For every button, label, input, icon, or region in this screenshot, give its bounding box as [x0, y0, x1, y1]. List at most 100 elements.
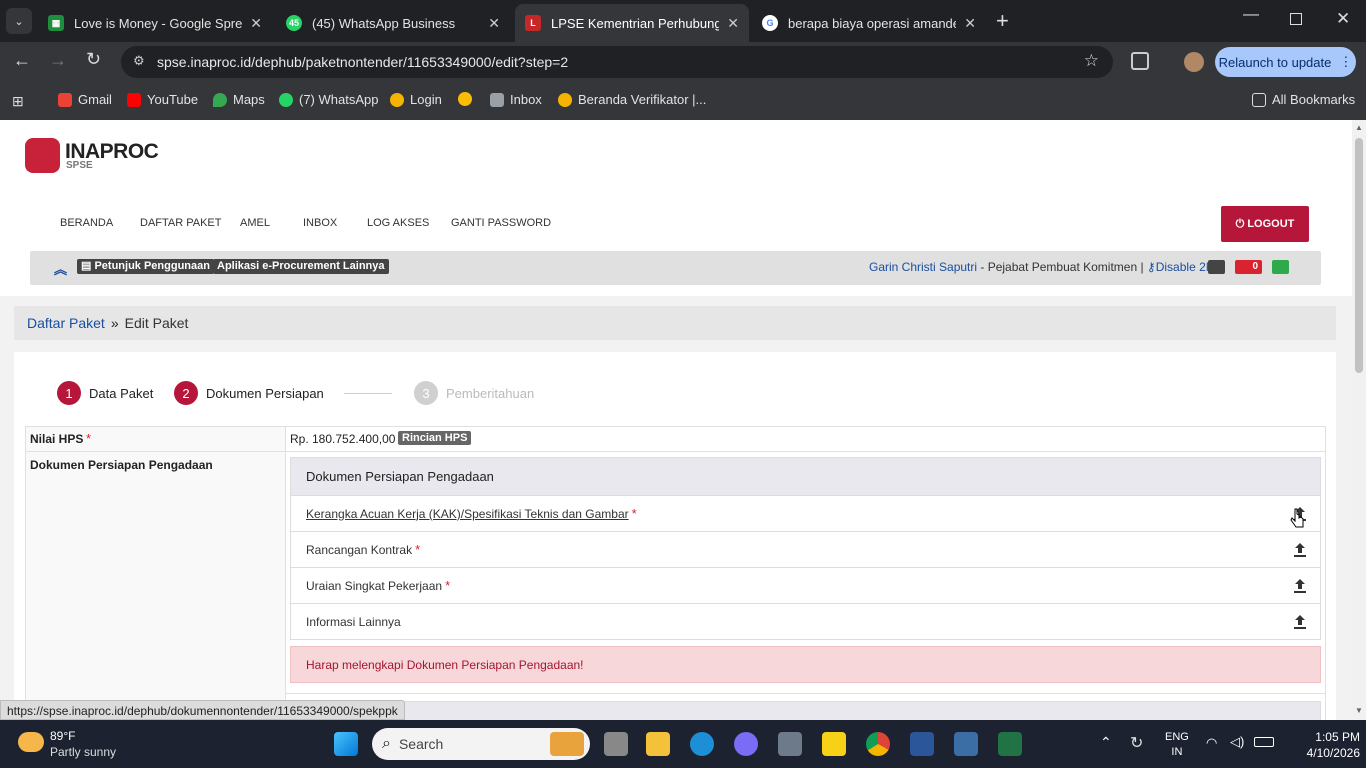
doc-link-kak[interactable]: Kerangka Acuan Kerja (KAK)/Spesifikasi T… — [306, 507, 629, 521]
excel-icon[interactable] — [998, 732, 1022, 756]
wifi-icon[interactable]: ◠ — [1206, 735, 1217, 751]
nav-ganti-password[interactable]: GANTI PASSWORD — [451, 217, 551, 229]
copilot-icon[interactable] — [734, 732, 758, 756]
scroll-down-icon[interactable]: ▼ — [1355, 706, 1363, 715]
step-3-circle: 3 — [414, 381, 438, 405]
step-2-circle[interactable]: 2 — [174, 381, 198, 405]
edge-icon[interactable] — [690, 732, 714, 756]
tab-google-sheets[interactable]: ▦ Love is Money - Google Spread ✕ — [38, 4, 272, 42]
start-icon[interactable] — [334, 732, 358, 756]
nav-daftar-paket[interactable]: DAFTAR PAKET — [140, 217, 222, 229]
page-scrollbar[interactable]: ▲ ▼ — [1352, 120, 1366, 720]
close-icon[interactable]: ✕ — [964, 15, 976, 32]
bookmark-inbox[interactable]: Inbox — [490, 92, 542, 107]
bookmark-pinwheel[interactable] — [458, 92, 478, 106]
doc-label-cell: Dokumen Persiapan Pengadaan — [26, 452, 286, 720]
doc-row-uraian-singkat[interactable]: Uraian Singkat Pekerjaan * — [291, 567, 1321, 603]
breadcrumb-daftar-paket[interactable]: Daftar Paket — [27, 315, 105, 331]
nav-log-akses[interactable]: LOG AKSES — [367, 217, 429, 229]
maps-icon — [213, 92, 227, 107]
reload-icon[interactable]: ↻ — [86, 49, 101, 70]
relaunch-button[interactable]: Relaunch to update ⋮ — [1215, 47, 1356, 77]
camera-icon[interactable] — [778, 732, 802, 756]
doc-row-rancangan-kontrak[interactable]: Rancangan Kontrak * — [291, 531, 1321, 567]
gmail-icon — [58, 92, 72, 107]
doc-alert: Harap melengkapi Dokumen Persiapan Penga… — [290, 646, 1321, 683]
step-2-label[interactable]: Dokumen Persiapan — [206, 386, 324, 401]
volume-icon[interactable]: ◁) — [1230, 734, 1244, 750]
inaproc-logo[interactable]: INAPROC SPSE — [25, 138, 159, 176]
close-icon[interactable]: ✕ — [250, 15, 262, 32]
tab-whatsapp[interactable]: 45 (45) WhatsApp Business ✕ — [276, 4, 510, 42]
extensions-icon[interactable] — [1131, 52, 1149, 70]
close-icon[interactable]: ✕ — [488, 15, 500, 32]
mail-icon — [490, 92, 504, 107]
sticky-notes-icon[interactable] — [822, 732, 846, 756]
step-1-circle[interactable]: 1 — [57, 381, 81, 405]
close-icon[interactable]: ✕ — [727, 15, 739, 32]
user-name-link[interactable]: Garin Christi Saputri — [869, 260, 977, 274]
user-info: Garin Christi Saputri - Pejabat Pembuat … — [869, 260, 1221, 274]
collapse-icon[interactable]: ︽ — [54, 259, 67, 278]
minimize-button[interactable]: — — [1243, 6, 1259, 24]
apps-icon[interactable]: ⊞ — [12, 93, 24, 110]
tab-lpse[interactable]: L LPSE Kementrian Perhubungan ✕ — [515, 4, 749, 42]
forward-icon[interactable]: → — [49, 50, 67, 71]
scroll-thumb[interactable] — [1355, 138, 1363, 373]
doc-row-kak[interactable]: Kerangka Acuan Kerja (KAK)/Spesifikasi T… — [291, 495, 1321, 531]
upload-icon[interactable] — [1293, 578, 1307, 594]
bookmark-login[interactable]: Login — [390, 92, 442, 107]
new-tab-button[interactable]: + — [996, 8, 1009, 34]
breadcrumb-current: Edit Paket — [124, 315, 189, 331]
bookmark-gmail[interactable]: Gmail — [58, 92, 112, 107]
update-icon[interactable]: ↻ — [1130, 733, 1143, 753]
rincian-hps-button[interactable]: Rincian HPS — [398, 431, 472, 445]
petunjuk-button[interactable]: ▤ Petunjuk Penggunaan — [77, 259, 214, 274]
envelope-icon[interactable] — [1208, 260, 1225, 274]
mail-count-badge[interactable]: 0 — [1235, 260, 1262, 274]
tab-strip: ⌄ ▦ Love is Money - Google Spread ✕ 45 (… — [0, 0, 1366, 42]
info-bar: ︽ ▤ Petunjuk Penggunaan Aplikasi e-Procu… — [30, 251, 1321, 285]
tab-google-search[interactable]: G berapa biaya operasi amandel ✕ — [752, 4, 986, 42]
word-icon[interactable] — [910, 732, 934, 756]
site-info-icon[interactable]: ⚙ — [133, 53, 145, 69]
nav-inbox[interactable]: INBOX — [303, 217, 337, 229]
doc-row-informasi-lainnya[interactable]: Informasi Lainnya — [291, 603, 1321, 639]
bookmark-maps[interactable]: Maps — [213, 92, 265, 107]
bookmark-youtube[interactable]: YouTube — [127, 92, 198, 107]
aplikasi-button[interactable]: Aplikasi e-Procurement Lainnya — [213, 259, 389, 274]
edit-paket-panel: 1 Data Paket 2 Dokumen Persiapan 3 Pembe… — [14, 352, 1336, 720]
inbox-icon[interactable] — [1272, 260, 1289, 274]
all-bookmarks[interactable]: All Bookmarks — [1252, 92, 1355, 107]
taskbar-search[interactable]: ⌕ Search — [372, 728, 590, 760]
weather-widget[interactable]: 89°F Partly sunny — [18, 728, 128, 762]
whatsapp-icon — [279, 92, 293, 107]
back-icon[interactable]: ← — [13, 50, 31, 71]
task-view-icon[interactable] — [604, 732, 628, 756]
bookmark-whatsapp[interactable]: (7) WhatsApp — [279, 92, 378, 107]
close-window-button[interactable]: ✕ — [1336, 9, 1350, 29]
tab-search-button[interactable]: ⌄ — [6, 8, 32, 34]
bookmark-star-icon[interactable]: ☆ — [1084, 51, 1099, 71]
language-indicator[interactable]: ENG IN — [1165, 730, 1189, 760]
clock[interactable]: 1:05 PM 4/10/2026 — [1290, 729, 1360, 761]
tray-overflow-icon[interactable]: ⌃ — [1100, 734, 1112, 751]
profile-avatar[interactable] — [1184, 52, 1204, 72]
logo-mark-icon — [25, 138, 60, 173]
youtube-icon — [127, 92, 141, 107]
nav-beranda[interactable]: BERANDA — [60, 217, 113, 229]
search-icon: ⌕ — [382, 735, 391, 752]
nav-amel[interactable]: AMEL — [240, 217, 270, 229]
scroll-up-icon[interactable]: ▲ — [1355, 123, 1363, 132]
upload-icon[interactable] — [1293, 542, 1307, 558]
upload-icon[interactable] — [1293, 614, 1307, 630]
file-explorer-icon[interactable] — [646, 732, 670, 756]
address-bar[interactable]: ⚙ spse.inaproc.id/dephub/paketnontender/… — [121, 46, 1113, 78]
maximize-button[interactable] — [1290, 13, 1302, 25]
chrome-icon[interactable] — [866, 732, 890, 756]
battery-icon[interactable] — [1254, 737, 1274, 747]
step-1-label[interactable]: Data Paket — [89, 386, 153, 401]
logout-button[interactable]: ⏻ LOGOUT — [1221, 206, 1309, 242]
calculator-icon[interactable] — [954, 732, 978, 756]
bookmark-beranda-verifikator[interactable]: Beranda Verifikator |... — [558, 92, 706, 107]
